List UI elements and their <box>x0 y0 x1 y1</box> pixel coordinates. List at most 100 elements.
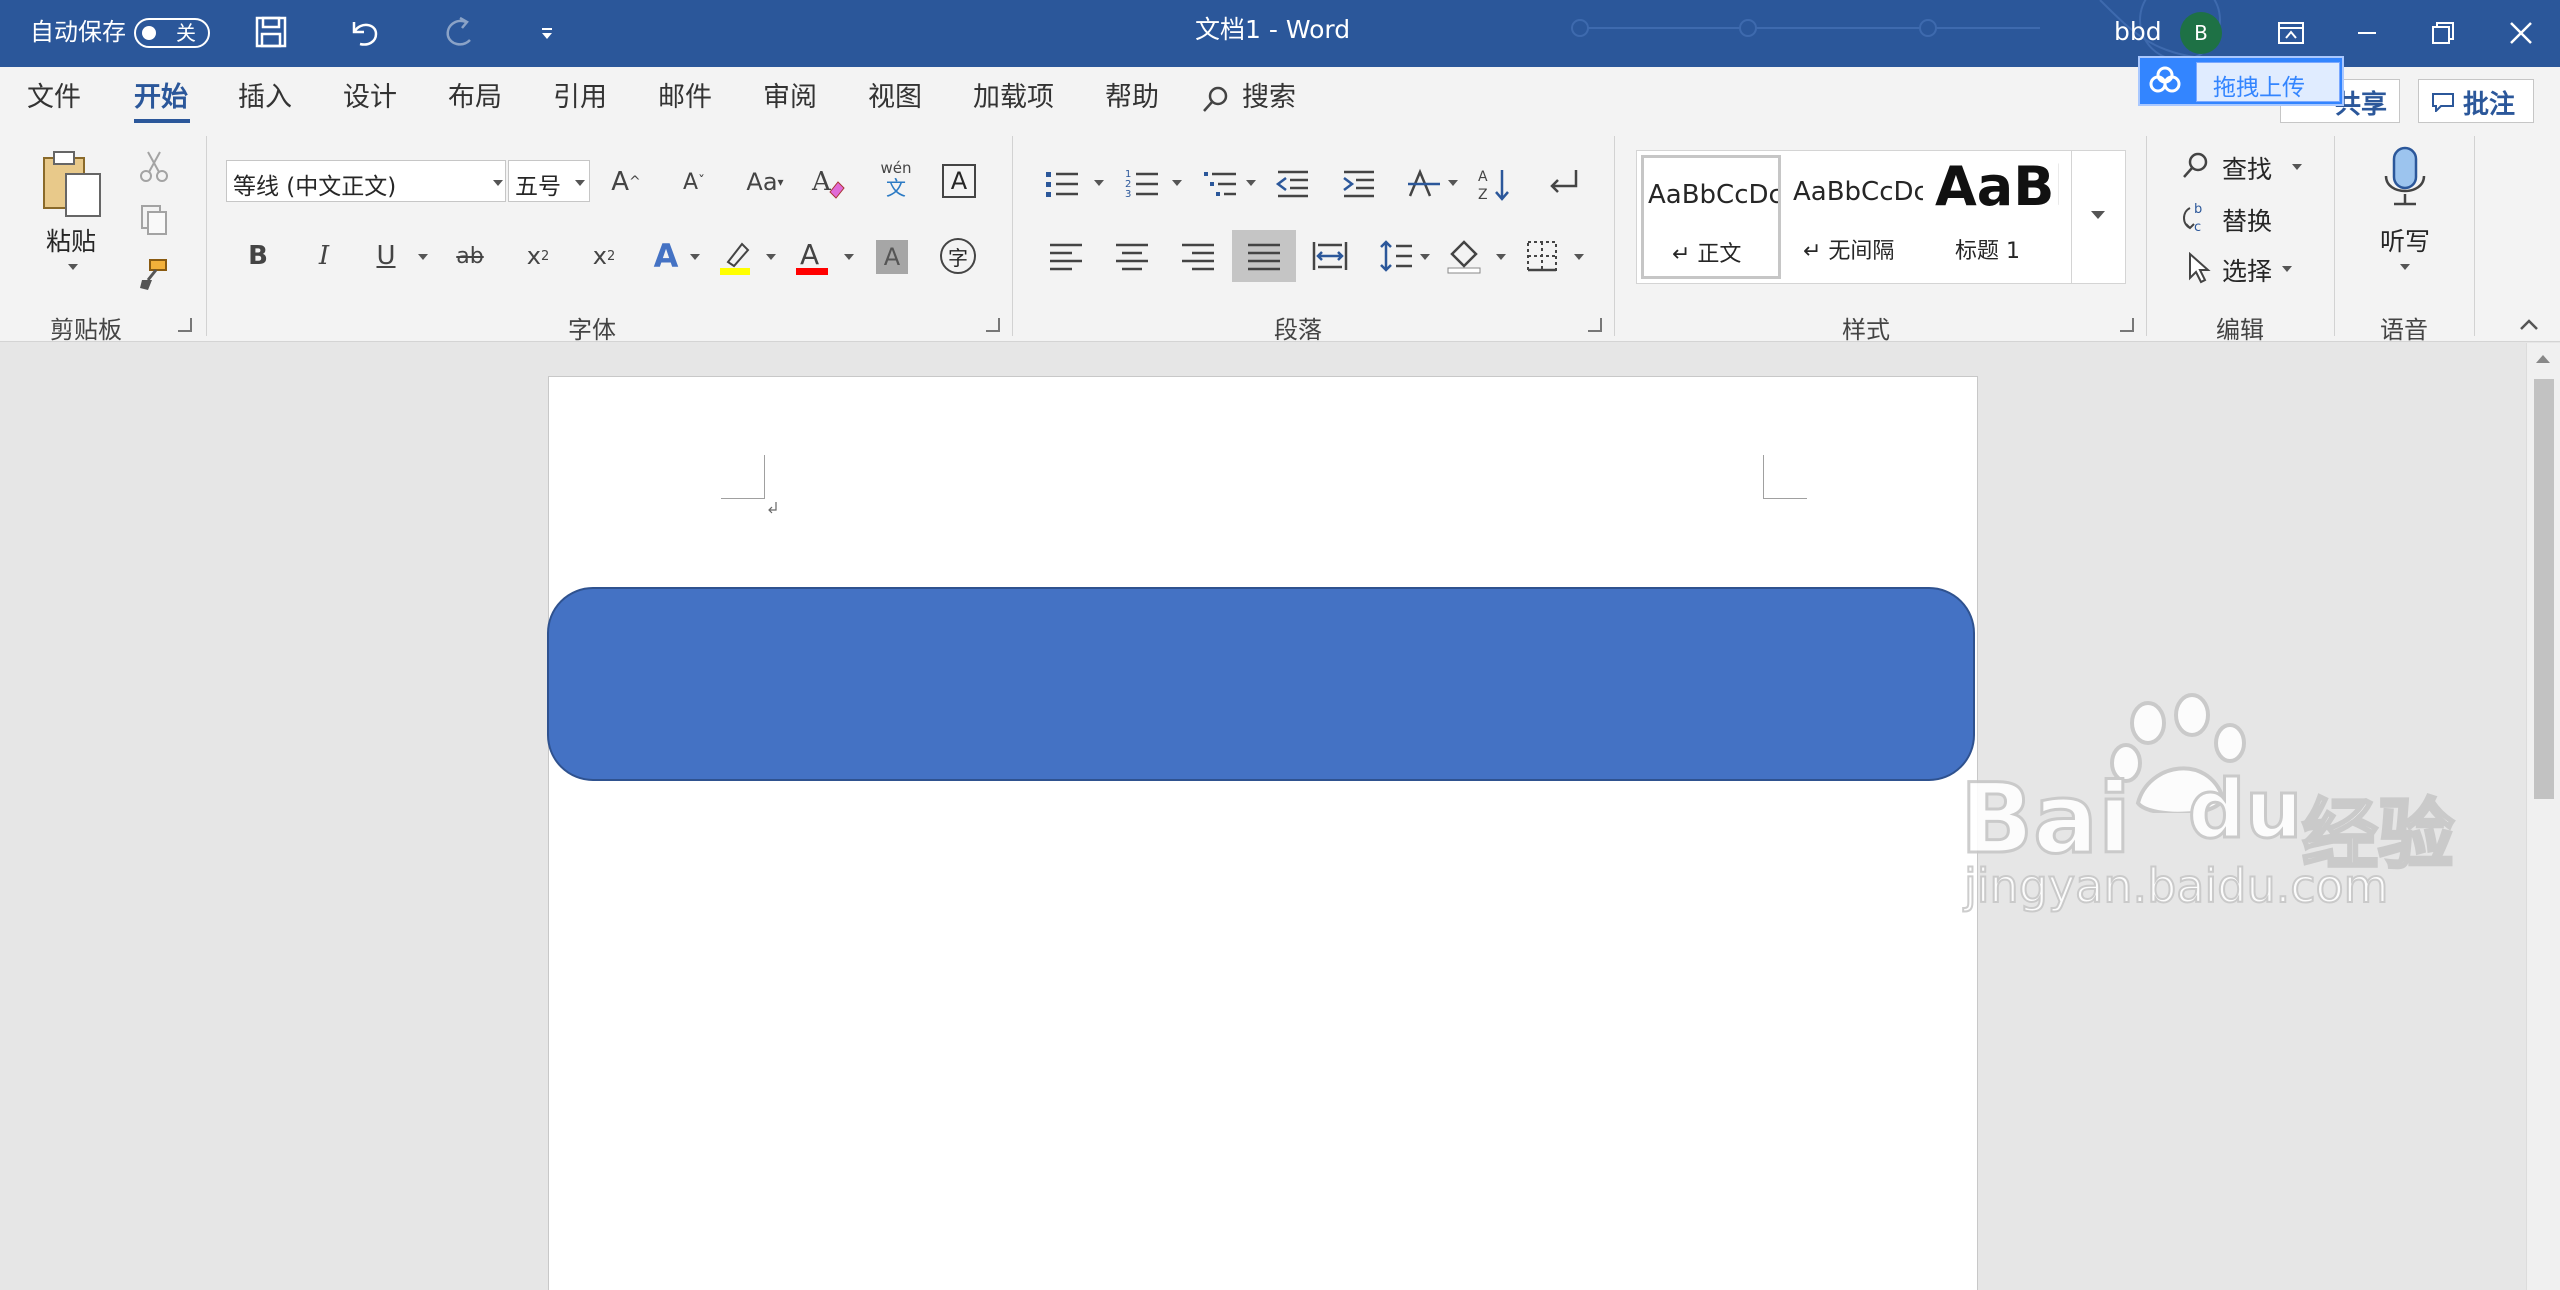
clipboard-launcher-icon[interactable] <box>178 318 192 332</box>
show-formatting-marks-icon[interactable] <box>1544 164 1584 204</box>
font-name-combobox[interactable]: 等线 (中文正文) <box>226 160 506 202</box>
autosave-toggle[interactable]: 关 <box>134 18 210 48</box>
style-item-no-spacing[interactable]: AaBbCcDc ↵ 无间隔 <box>1787 155 1927 279</box>
highlight-dropdown-icon[interactable] <box>766 254 776 260</box>
tab-file[interactable]: 文件 <box>27 81 81 115</box>
font-color-dropdown-icon[interactable] <box>844 254 854 260</box>
tab-home[interactable]: 开始 <box>134 81 188 115</box>
tab-view[interactable]: 视图 <box>868 81 922 115</box>
dictate-dropdown-icon[interactable] <box>2400 264 2410 270</box>
baidu-upload-field[interactable]: 拖拽上传 <box>2196 62 2340 102</box>
line-spacing-dropdown-icon[interactable] <box>1420 254 1430 260</box>
undo-icon[interactable] <box>346 14 382 50</box>
multilevel-dropdown-icon[interactable] <box>1246 180 1256 186</box>
collapse-ribbon-icon[interactable] <box>2518 316 2540 332</box>
phonetic-guide-icon[interactable]: wén 文 <box>876 160 916 204</box>
style-item-normal[interactable]: AaBbCcDc ↵ 正文 <box>1641 155 1781 279</box>
increase-indent-icon[interactable] <box>1338 164 1378 204</box>
shading-dropdown-icon[interactable] <box>1496 254 1506 260</box>
avatar[interactable]: B <box>2180 12 2222 54</box>
bold-icon[interactable]: B <box>238 236 278 276</box>
user-name[interactable]: bbd <box>2114 17 2162 47</box>
font-name-dropdown-icon[interactable] <box>493 180 503 186</box>
select-button[interactable]: 选择 <box>2180 248 2320 288</box>
copy-icon[interactable] <box>134 200 174 240</box>
clear-formatting-icon[interactable]: A <box>808 162 848 202</box>
styles-launcher-icon[interactable] <box>2120 318 2134 332</box>
character-border-icon[interactable]: A <box>942 164 976 198</box>
vertical-scrollbar[interactable] <box>2526 343 2560 1290</box>
rounded-rectangle-shape[interactable] <box>547 587 1975 781</box>
save-icon[interactable] <box>254 15 288 49</box>
sort-icon[interactable]: AZ <box>1474 164 1514 204</box>
shading-icon[interactable] <box>1444 236 1484 276</box>
tab-references[interactable]: 引用 <box>553 81 607 115</box>
document-page[interactable] <box>547 376 1978 1290</box>
paste-icon[interactable] <box>38 148 108 220</box>
italic-icon[interactable]: I <box>304 236 344 276</box>
underline-icon[interactable]: U <box>366 236 406 276</box>
character-shading-icon[interactable]: A <box>876 240 908 274</box>
minimize-icon[interactable] <box>2352 18 2382 48</box>
paste-label[interactable]: 粘贴 <box>46 222 96 258</box>
bullets-dropdown-icon[interactable] <box>1094 180 1104 186</box>
cut-icon[interactable] <box>134 146 174 186</box>
font-launcher-icon[interactable] <box>986 318 1000 332</box>
search-label[interactable]: 搜索 <box>1242 81 1296 115</box>
paste-dropdown-icon[interactable] <box>68 264 78 270</box>
tab-addins[interactable]: 加载项 <box>973 81 1054 115</box>
align-right-icon[interactable] <box>1178 236 1218 276</box>
bullets-icon[interactable] <box>1042 164 1082 204</box>
tab-review[interactable]: 审阅 <box>763 81 817 115</box>
tab-mailings[interactable]: 邮件 <box>658 81 712 115</box>
baidu-upload-widget[interactable]: 拖拽上传 <box>2138 56 2344 106</box>
dictate-label[interactable]: 听写 <box>2380 222 2430 258</box>
font-size-dropdown-icon[interactable] <box>575 180 585 186</box>
customize-qat-icon[interactable] <box>540 26 554 40</box>
change-case-icon[interactable]: Aa ▾ <box>740 162 790 202</box>
tab-layout[interactable]: 布局 <box>448 81 502 115</box>
close-icon[interactable] <box>2506 18 2536 48</box>
align-center-icon[interactable] <box>1112 236 1152 276</box>
tab-design[interactable]: 设计 <box>343 81 397 115</box>
tab-insert[interactable]: 插入 <box>238 81 292 115</box>
comments-button[interactable]: 批注 <box>2418 79 2534 123</box>
superscript-icon[interactable]: x2 <box>584 236 624 276</box>
numbering-icon[interactable]: 123 <box>1122 164 1162 204</box>
subscript-icon[interactable]: x2 <box>518 236 558 276</box>
distributed-icon[interactable] <box>1310 236 1350 276</box>
restore-icon[interactable] <box>2428 18 2458 48</box>
underline-dropdown-icon[interactable] <box>418 254 428 260</box>
strikethrough-icon[interactable]: ab <box>450 236 490 276</box>
decrease-indent-icon[interactable] <box>1272 164 1312 204</box>
styles-more-icon[interactable] <box>2087 203 2109 225</box>
align-left-icon[interactable] <box>1046 236 1086 276</box>
paragraph-launcher-icon[interactable] <box>1588 318 1602 332</box>
enclose-characters-icon[interactable]: 字 <box>940 238 976 274</box>
font-color-icon[interactable]: A <box>792 236 832 276</box>
text-effects-dropdown-icon[interactable] <box>690 254 700 260</box>
scroll-thumb[interactable] <box>2534 379 2554 799</box>
numbering-dropdown-icon[interactable] <box>1172 180 1182 186</box>
shrink-font-icon[interactable]: Aˇ <box>674 162 714 202</box>
ribbon-display-options-icon[interactable] <box>2276 18 2306 48</box>
tab-help[interactable]: 帮助 <box>1105 81 1159 115</box>
borders-icon[interactable] <box>1522 236 1562 276</box>
borders-dropdown-icon[interactable] <box>1574 254 1584 260</box>
style-item-heading1[interactable]: AaBl 标题 1 <box>1933 155 2063 279</box>
dictate-microphone-icon[interactable] <box>2380 146 2430 210</box>
highlight-icon[interactable] <box>716 236 756 276</box>
grow-font-icon[interactable]: A ^ <box>606 162 646 202</box>
multilevel-list-icon[interactable] <box>1200 164 1240 204</box>
scroll-up-icon[interactable] <box>2536 355 2550 363</box>
find-button[interactable]: 查找 <box>2180 146 2320 186</box>
chinese-layout-icon[interactable] <box>1404 164 1444 204</box>
redo-icon[interactable] <box>440 14 476 50</box>
format-painter-icon[interactable] <box>134 254 174 294</box>
chinese-layout-dropdown-icon[interactable] <box>1448 180 1458 186</box>
replace-button[interactable]: bc 替换 <box>2180 198 2320 238</box>
text-effects-icon[interactable]: A <box>646 236 686 276</box>
justify-button[interactable] <box>1232 230 1296 282</box>
search-icon[interactable] <box>1200 84 1232 116</box>
line-spacing-icon[interactable] <box>1376 236 1416 276</box>
